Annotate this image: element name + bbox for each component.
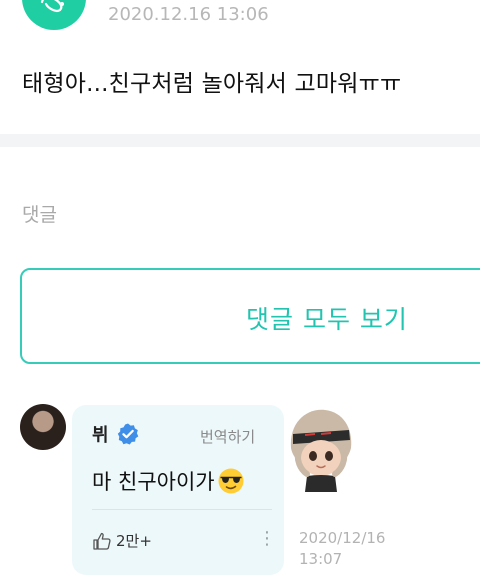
comment-timestamp: 2020/12/16 13:07 [299,528,385,570]
comment-author-name[interactable]: 뷔 [92,421,109,447]
view-all-comments-label: 댓글 모두 보기 [246,305,408,334]
logo-icon [40,0,64,12]
thumbs-up-icon [93,532,111,550]
translate-button[interactable]: 번역하기 [200,426,255,447]
sunglasses-emoji-icon [218,468,244,494]
view-all-comments-button[interactable]: 댓글 모두 보기 [20,268,480,364]
comment-text: 마 친구아이가 [92,470,215,494]
post-author-avatar[interactable] [22,0,86,30]
comments-heading: 댓글 [22,204,57,226]
comment-date: 2020/12/16 [299,529,386,547]
more-options-icon[interactable]: ⋮ [258,528,276,549]
comment-text-row: 마 친구아이가 [92,466,245,496]
post-timestamp: 2020.12.16 13:06 [108,4,269,25]
section-divider [0,134,480,147]
verified-badge-icon [117,423,138,445]
like-count: 2만+ [116,532,152,550]
commenter-avatar[interactable] [20,404,66,450]
like-button[interactable]: 2만+ [92,530,152,551]
post-text: 태형아...친구처럼 놀아줘서 고마워ㅠㅠ [22,71,402,97]
comment-time: 13:07 [299,550,343,568]
character-sticker-icon [290,409,352,492]
bubble-divider [92,509,272,510]
comment-bubble: 뷔 번역하기 마 친구아이가 2만+ ⋮ [72,405,284,575]
